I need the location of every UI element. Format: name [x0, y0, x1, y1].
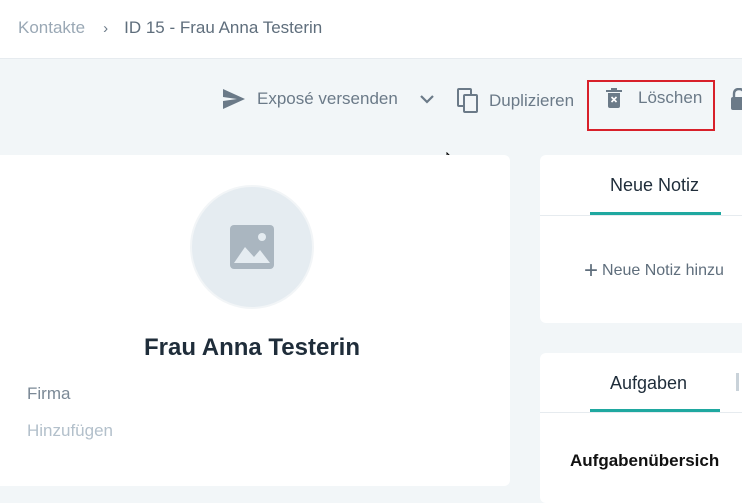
tab-next-partial[interactable]	[736, 373, 739, 391]
add-note-button[interactable]: + Neue Notiz hinzu	[584, 257, 724, 285]
breadcrumb-separator: ›	[103, 19, 109, 37]
copy-icon	[457, 88, 478, 113]
tasks-panel: Aufgaben Aufgabenübersich	[540, 353, 742, 503]
company-add-link[interactable]: Hinzufügen	[27, 421, 113, 441]
breadcrumb: Kontakte › ID 15 - Frau Anna Testerin	[18, 18, 322, 38]
notes-panel: Neue Notiz + Neue Notiz hinzu	[540, 155, 742, 323]
send-icon	[223, 89, 245, 109]
tasks-divider	[540, 412, 742, 413]
contact-name: Frau Anna Testerin	[143, 334, 361, 361]
delete-label: Löschen	[638, 88, 703, 107]
chevron-down-icon	[420, 95, 434, 104]
image-placeholder-icon	[230, 225, 274, 269]
notes-divider	[540, 215, 742, 216]
breadcrumb-contacts-link[interactable]: Kontakte	[18, 18, 85, 38]
top-bar: Kontakte › ID 15 - Frau Anna Testerin	[0, 0, 742, 59]
add-note-label: Neue Notiz hinzu	[602, 262, 724, 279]
profile-card: Frau Anna Testerin Firma Hinzufügen	[0, 155, 510, 486]
avatar[interactable]	[190, 185, 314, 309]
breadcrumb-current: ID 15 - Frau Anna Testerin	[124, 18, 323, 37]
company-field-label: Firma	[27, 384, 71, 403]
lock-icon	[731, 88, 742, 110]
tab-new-note[interactable]: Neue Notiz	[610, 175, 699, 196]
delete-button[interactable]: Löschen	[606, 88, 702, 108]
send-expose-dropdown[interactable]	[420, 94, 434, 104]
lock-button[interactable]	[731, 88, 742, 110]
send-expose-label: Exposé versenden	[257, 89, 398, 108]
duplicate-button[interactable]: Duplizieren	[457, 88, 574, 114]
send-expose-button[interactable]: Exposé versenden	[222, 88, 398, 110]
tasks-overview-title: Aufgabenübersich	[570, 451, 720, 470]
duplicate-label: Duplizieren	[489, 91, 575, 110]
tab-tasks[interactable]: Aufgaben	[610, 373, 687, 394]
trash-icon	[606, 88, 622, 108]
plus-icon: +	[584, 257, 599, 284]
